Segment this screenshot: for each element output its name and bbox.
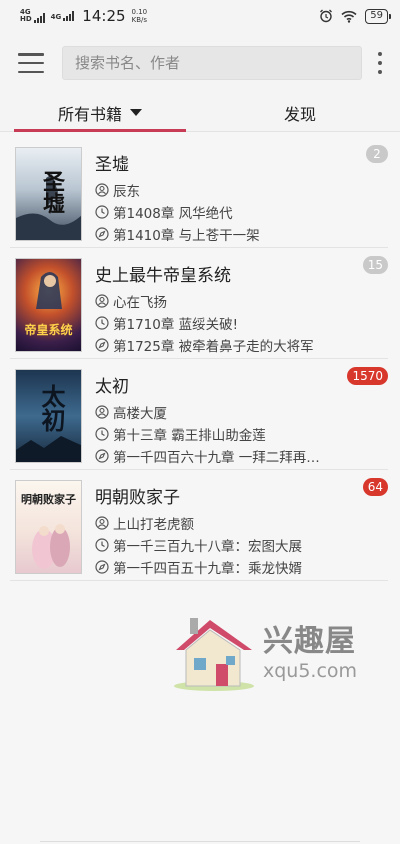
- compass-icon: [95, 560, 109, 574]
- compass-icon: [95, 449, 109, 463]
- book-latest-chapter: 第一千四百五十九章：乘龙快婿: [113, 561, 302, 577]
- book-latest-row: 第1725章 被牵着鼻子走的大将军: [95, 334, 388, 356]
- speed-value: 0.10: [131, 8, 148, 16]
- watermark-url: xqu5.com: [263, 660, 358, 682]
- book-last-read-row: 第十三章 霸王排山助金莲: [95, 423, 388, 445]
- book-last-read-row: 第1710章 蓝绥关破!: [95, 312, 388, 334]
- tab-discover-label: 发现: [283, 104, 316, 124]
- battery-icon: 59: [365, 8, 391, 24]
- book-item[interactable]: 圣墟 圣墟 辰东 第1408章 风华绝代 第1410章 与上苍干一架 2: [10, 137, 388, 248]
- menu-icon[interactable]: [18, 53, 44, 73]
- book-item[interactable]: 帝皇系统 史上最牛帝皇系统 心在飞扬 第1710章 蓝绥关破! 第1725章 被…: [10, 248, 388, 359]
- tab-all-books[interactable]: 所有书籍: [0, 94, 200, 132]
- network-speed: 0.10 KB/s: [132, 8, 148, 24]
- book-item[interactable]: 明朝败家子 明朝败家子 上山打老虎额 第一千三百九十八章：宏图大展 第一千四百五…: [10, 470, 388, 581]
- clock-icon: [95, 205, 109, 219]
- book-author: 高楼大厦: [113, 406, 167, 422]
- book-last-read: 第一千三百九十八章：宏图大展: [113, 539, 302, 555]
- book-info: 史上最牛帝皇系统 心在飞扬 第1710章 蓝绥关破! 第1725章 被牵着鼻子走…: [95, 258, 388, 358]
- user-icon: [95, 294, 109, 308]
- status-bar: 4G HD 4G 14:25 0.10 KB/s 59: [0, 0, 400, 32]
- book-item[interactable]: 太初 太初 高楼大厦 第十三章 霸王排山助金莲 第一千四百六十九章 一拜二拜再……: [10, 359, 388, 470]
- book-author-row: 高楼大厦: [95, 401, 388, 423]
- book-last-read: 第1710章 蓝绥关破!: [113, 317, 239, 333]
- wifi-icon: [341, 10, 357, 23]
- unread-badge: 2: [366, 145, 388, 163]
- signal-icon: 4G HD: [20, 9, 45, 23]
- book-title: 圣墟: [95, 155, 129, 175]
- toolbar: [0, 32, 400, 94]
- search-input[interactable]: [62, 46, 362, 80]
- house-icon: [174, 618, 254, 691]
- unread-badge: 64: [362, 478, 388, 496]
- book-cover: 圣墟: [15, 147, 82, 241]
- status-right: 59: [319, 8, 391, 24]
- book-latest-row: 第一千四百五十九章：乘龙快婿: [95, 556, 388, 578]
- book-info: 明朝败家子 上山打老虎额 第一千三百九十八章：宏图大展 第一千四百五十九章：乘龙…: [95, 480, 388, 580]
- book-author-row: 心在飞扬: [95, 290, 388, 312]
- user-icon: [95, 183, 109, 197]
- tab-discover[interactable]: 发现: [200, 94, 400, 131]
- signal-icon-2: 4G: [51, 11, 75, 21]
- unread-badge: 1570: [347, 367, 388, 385]
- book-last-read-row: 第一千三百九十八章：宏图大展: [95, 534, 388, 556]
- book-last-read-row: 第1408章 风华绝代: [95, 201, 388, 223]
- book-cover: 帝皇系统: [15, 258, 82, 352]
- clock-icon: [95, 316, 109, 330]
- clock-icon: [95, 427, 109, 441]
- book-author: 辰东: [113, 184, 140, 200]
- book-latest-row: 第1410章 与上苍干一架: [95, 223, 388, 245]
- bookshelf-list: 圣墟 圣墟 辰东 第1408章 风华绝代 第1410章 与上苍干一架 2 帝皇系…: [0, 132, 400, 581]
- book-latest-chapter: 第1410章 与上苍干一架: [113, 228, 260, 244]
- book-title: 明朝败家子: [95, 488, 180, 508]
- cover-title: 明朝败家子: [21, 493, 76, 506]
- alarm-icon: [320, 9, 333, 23]
- book-title: 史上最牛帝皇系统: [95, 266, 231, 286]
- more-options-icon[interactable]: [372, 50, 388, 76]
- status-left: 4G HD 4G 14:25 0.10 KB/s: [20, 7, 147, 25]
- watermark-name: 兴趣屋: [263, 624, 356, 659]
- user-icon: [95, 516, 109, 530]
- watermark-logo: 兴趣屋 xqu5.com: [168, 612, 368, 692]
- book-latest-chapter: 第1725章 被牵着鼻子走的大将军: [113, 339, 314, 355]
- book-latest-chapter: 第一千四百六十九章 一拜二拜再…: [113, 450, 320, 466]
- book-info: 太初 高楼大厦 第十三章 霸王排山助金莲 第一千四百六十九章 一拜二拜再…: [95, 369, 388, 469]
- cover-title: 太初: [37, 384, 66, 432]
- book-author: 上山打老虎额: [113, 517, 194, 533]
- compass-icon: [95, 227, 109, 241]
- cover-title: 圣墟: [39, 170, 65, 214]
- book-title: 太初: [95, 377, 129, 397]
- clock: 14:25: [82, 7, 126, 25]
- book-author-row: 上山打老虎额: [95, 512, 388, 534]
- compass-icon: [95, 338, 109, 352]
- speed-unit: KB/s: [131, 16, 148, 24]
- tab-all-books-label: 所有书籍: [57, 104, 122, 124]
- unread-badge: 15: [362, 256, 388, 274]
- clock-icon: [95, 538, 109, 552]
- user-icon: [95, 405, 109, 419]
- book-last-read: 第十三章 霸王排山助金莲: [113, 428, 266, 444]
- book-author: 心在飞扬: [113, 295, 167, 311]
- tab-bar: 所有书籍 发现: [0, 94, 400, 132]
- book-author-row: 辰东: [95, 179, 388, 201]
- book-last-read: 第1408章 风华绝代: [113, 206, 233, 222]
- book-cover: 太初: [15, 369, 82, 463]
- book-latest-row: 第一千四百六十九章 一拜二拜再…: [95, 445, 388, 467]
- cover-title: 帝皇系统: [24, 323, 73, 337]
- book-info: 圣墟 辰东 第1408章 风华绝代 第1410章 与上苍干一架: [95, 147, 388, 247]
- caret-down-icon: [130, 109, 142, 116]
- book-cover: 明朝败家子: [15, 480, 82, 574]
